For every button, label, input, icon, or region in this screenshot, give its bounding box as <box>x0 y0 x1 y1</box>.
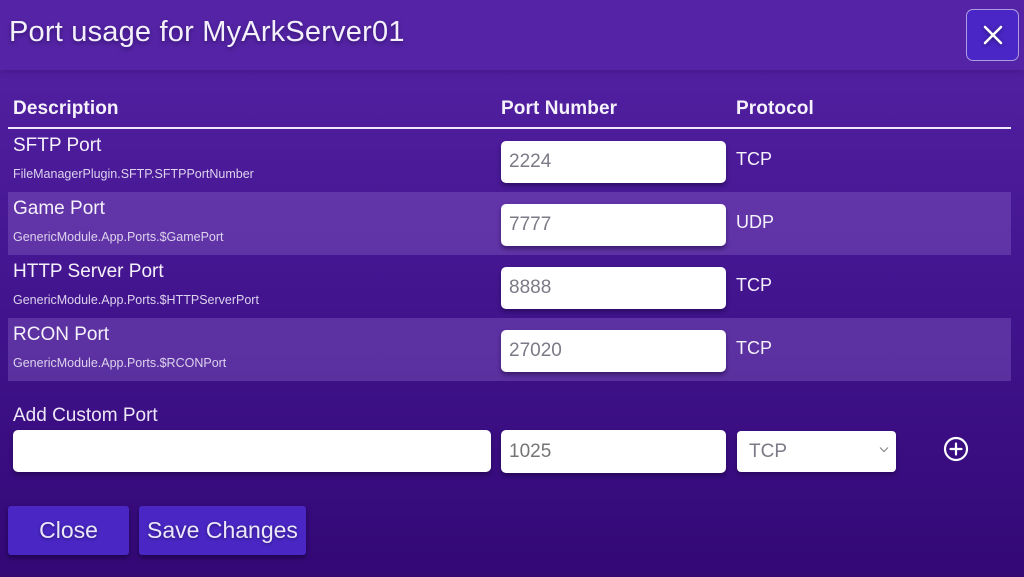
plus-circle-icon <box>943 436 969 462</box>
table-row: Game Port GenericModule.App.Ports.$GameP… <box>8 192 1011 255</box>
ports-table: Description Port Number Protocol SFTP Po… <box>8 92 1011 381</box>
custom-port-number-input[interactable] <box>501 430 726 473</box>
port-protocol: TCP <box>736 275 772 295</box>
add-custom-port-button[interactable] <box>942 435 970 463</box>
header-port-number: Port Number <box>501 98 618 119</box>
port-key: GenericModule.App.Ports.$GamePort <box>13 230 224 244</box>
save-changes-button[interactable]: Save Changes <box>139 506 306 555</box>
table-row: HTTP Server Port GenericModule.App.Ports… <box>8 255 1011 318</box>
port-protocol: UDP <box>736 212 775 232</box>
header-description: Description <box>13 98 119 119</box>
custom-port-name-input[interactable] <box>13 430 491 472</box>
port-number-input[interactable] <box>501 267 726 309</box>
port-name: HTTP Server Port <box>13 261 164 282</box>
table-row: SFTP Port FileManagerPlugin.SFTP.SFTPPor… <box>8 129 1011 192</box>
port-name: RCON Port <box>13 324 110 345</box>
dialog-title: Port usage for MyArkServer01 <box>9 16 405 48</box>
port-protocol: TCP <box>736 338 772 358</box>
port-key: GenericModule.App.Ports.$RCONPort <box>13 356 227 370</box>
port-name: SFTP Port <box>13 135 102 156</box>
table-header: Description Port Number Protocol <box>8 92 1011 129</box>
port-number-input[interactable] <box>501 141 726 183</box>
port-protocol: TCP <box>736 149 772 169</box>
protocol-selected-value: TCP <box>749 440 787 462</box>
port-number-input[interactable] <box>501 204 726 246</box>
close-dialog-button[interactable] <box>966 9 1019 61</box>
close-button[interactable]: Close <box>8 506 129 555</box>
header-protocol: Protocol <box>736 98 814 119</box>
port-key: GenericModule.App.Ports.$HTTPServerPort <box>13 293 259 307</box>
close-x-icon <box>983 25 1002 45</box>
table-row: RCON Port GenericModule.App.Ports.$RCONP… <box>8 318 1011 381</box>
chevron-down-icon <box>879 447 889 453</box>
port-key: FileManagerPlugin.SFTP.SFTPPortNumber <box>13 167 254 181</box>
add-custom-port-label: Add Custom Port <box>13 405 158 426</box>
dialog-header: Port usage for MyArkServer01 <box>0 0 1024 70</box>
custom-port-protocol-select[interactable]: TCP <box>737 431 896 472</box>
port-number-input[interactable] <box>501 330 726 372</box>
port-name: Game Port <box>13 198 105 219</box>
